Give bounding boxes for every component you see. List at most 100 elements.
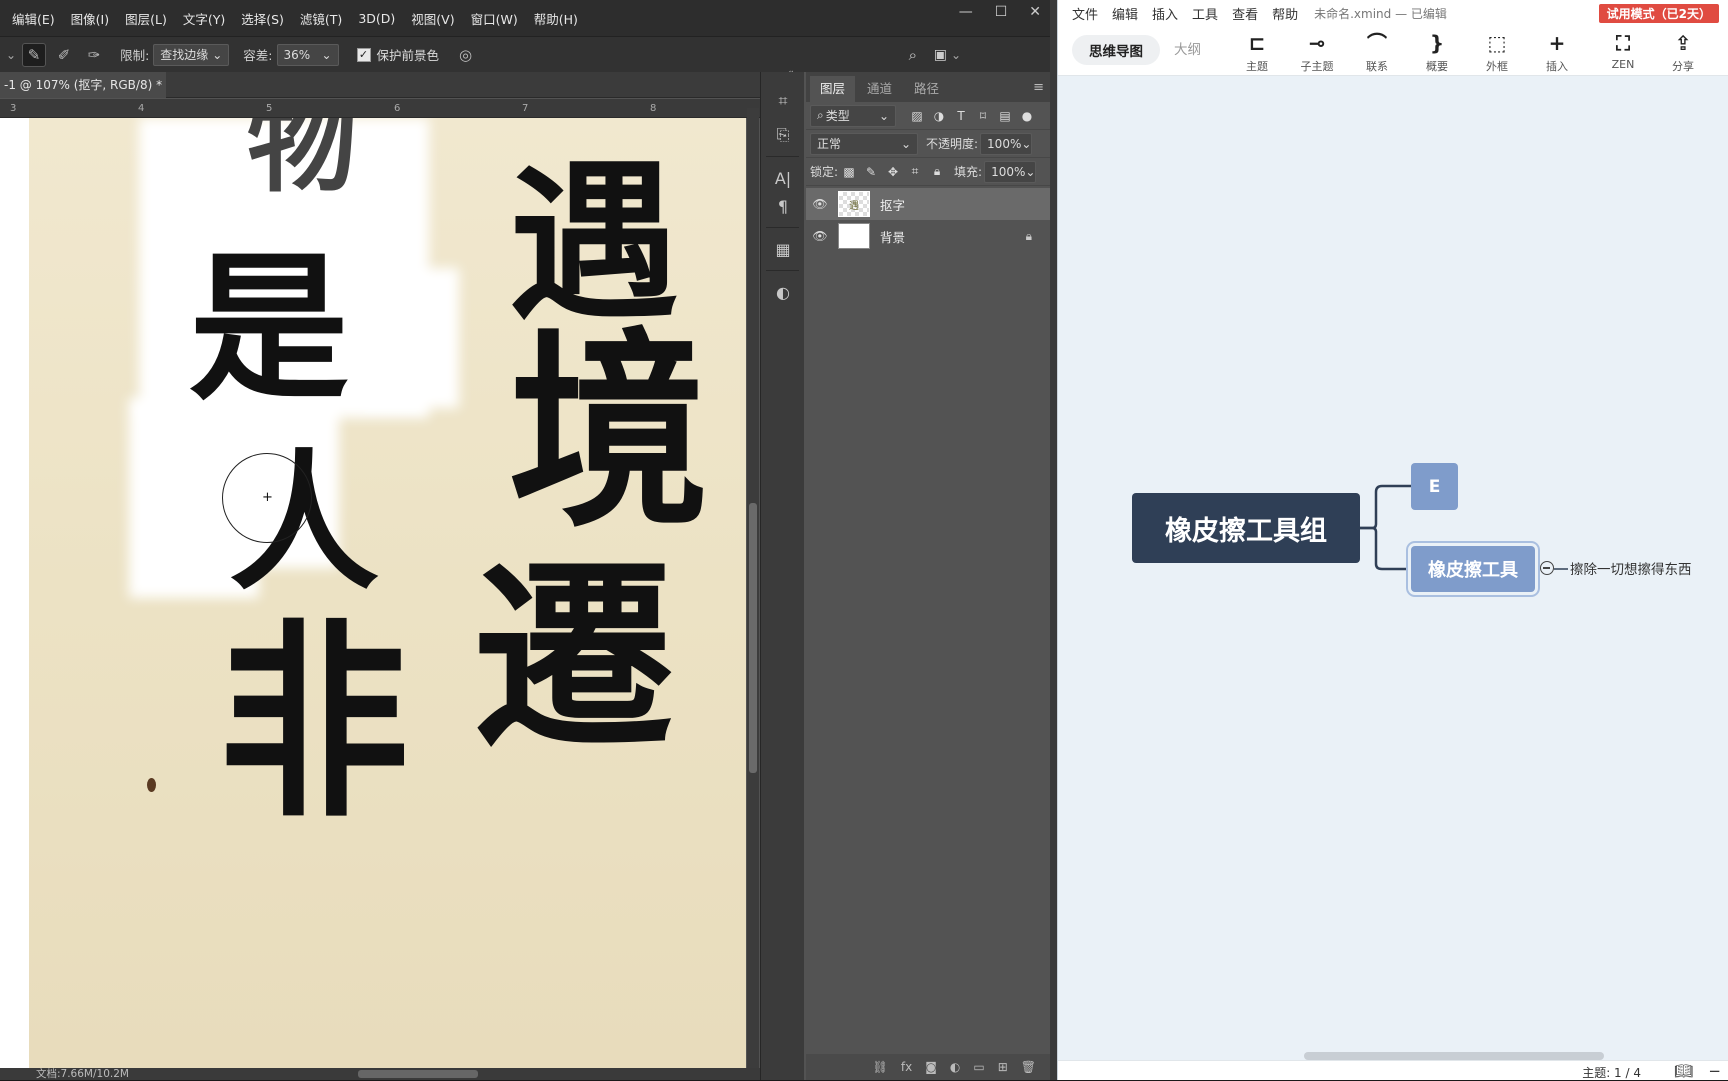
menu-tools[interactable]: 工具 — [1192, 4, 1218, 23]
mindmap-canvas[interactable]: 橡皮擦工具组 E 橡皮擦工具 擦除一切想擦得东西 — [1058, 76, 1728, 1056]
close-button[interactable]: ✕ — [1029, 4, 1041, 20]
filter-adjustment-icon[interactable]: ◑ — [928, 109, 950, 123]
filter-kind-select[interactable]: ⌕ 类型 ⌄ — [810, 104, 896, 127]
filter-smart-object-icon[interactable]: ▤ — [994, 109, 1016, 123]
subtopic-note[interactable]: 擦除一切想擦得东西 — [1570, 558, 1692, 578]
lock-image-icon[interactable]: ✎ — [860, 165, 882, 179]
menu-help[interactable]: 帮助 — [1272, 4, 1298, 23]
tab-paths[interactable]: 路径 — [904, 76, 949, 102]
tab-mindmap[interactable]: 思维导图 — [1072, 35, 1160, 65]
menu-edit[interactable]: 编辑(E) — [12, 9, 55, 28]
menu-layer[interactable]: 图层(L) — [125, 9, 167, 28]
menu-file[interactable]: 文件 — [1072, 4, 1098, 23]
filter-shape-icon[interactable]: ⌑ — [972, 109, 994, 123]
insert-button[interactable]: + 插入 — [1532, 30, 1582, 74]
tab-channels[interactable]: 通道 — [857, 76, 902, 102]
summary-button[interactable]: } 概要 — [1412, 30, 1462, 74]
dock-divider — [766, 270, 799, 271]
layer-item-background[interactable]: 👁︎ 背景 🔒︎ — [806, 220, 1050, 252]
lock-artboard-icon[interactable]: ⌗ — [904, 164, 926, 179]
character-icon[interactable]: A| — [766, 163, 800, 193]
main-topic-eraser[interactable]: 橡皮擦工具 — [1411, 546, 1535, 592]
subtopic-button[interactable]: ⊸ 子主题 — [1292, 30, 1342, 74]
lock-position-icon[interactable]: ✥ — [882, 165, 904, 179]
document-tab[interactable]: -1 @ 107% (抠字, RGB/8) * × — [0, 72, 166, 98]
summary-icon: } — [1429, 31, 1445, 55]
libraries-icon[interactable]: ▦ — [766, 234, 800, 264]
document-tab-row: -1 @ 107% (抠字, RGB/8) * × « — [0, 66, 794, 98]
chevron-down-icon[interactable]: ⌄ — [951, 48, 961, 62]
ruler-tick: 6 — [394, 103, 401, 114]
map-book-icon[interactable]: 📖︎ — [1674, 1062, 1693, 1080]
main-topic-e[interactable]: E — [1411, 463, 1458, 510]
ink-spot — [147, 778, 156, 792]
opacity-value: 100% — [987, 136, 1022, 151]
relationship-button[interactable]: ⌒ 联系 — [1352, 30, 1402, 74]
menu-edit[interactable]: 编辑 — [1112, 4, 1138, 23]
new-group-icon[interactable]: ▭ — [973, 1060, 984, 1074]
background-eraser-icon[interactable]: ✎ — [22, 42, 47, 67]
adjustments-icon[interactable]: ◐ — [766, 277, 800, 307]
trial-badge[interactable]: 试用模式（已2天） — [1598, 4, 1719, 23]
blend-mode-select[interactable]: 正常 ⌄ — [810, 132, 918, 155]
sampling-once-icon[interactable]: ✑ — [82, 43, 106, 67]
filter-pixel-icon[interactable]: ▨ — [906, 109, 928, 123]
clone-source-icon[interactable]: ⎘ — [766, 120, 800, 150]
lock-transparent-icon[interactable]: ▩ — [838, 165, 860, 179]
tab-layers[interactable]: 图层 — [810, 76, 856, 102]
menu-image[interactable]: 图像(I) — [71, 9, 109, 28]
layer-name: 抠字 — [880, 197, 906, 213]
maximize-button[interactable]: ☐ — [995, 4, 1008, 20]
delete-layer-icon[interactable]: 🗑︎ — [1021, 1060, 1036, 1074]
search-icon[interactable]: ⌕ — [909, 46, 917, 64]
fx-icon[interactable]: fx — [901, 1060, 912, 1074]
menu-help[interactable]: 帮助(H) — [534, 9, 578, 28]
map-horizontal-scrollbar[interactable] — [1304, 1052, 1604, 1060]
layer-item-koizi[interactable]: 👁︎ 遇 抠字 — [806, 188, 1050, 220]
sampling-continuous-icon[interactable]: ✐ — [52, 43, 76, 67]
canvas-horizontal-scrollbar[interactable] — [358, 1070, 478, 1078]
history-icon[interactable]: ⌗ — [766, 86, 800, 116]
new-layer-icon[interactable]: ⊞ — [998, 1060, 1008, 1074]
zen-button[interactable]: ⛶ ZEN — [1598, 30, 1648, 71]
collapse-toggle-icon[interactable] — [1540, 561, 1554, 575]
tolerance-input[interactable]: 36% ⌄ — [276, 43, 339, 66]
boundary-button[interactable]: ⬚ 外框 — [1472, 30, 1522, 74]
visibility-eye-icon[interactable]: 👁︎ — [806, 229, 834, 243]
add-mask-icon[interactable]: ◙ — [925, 1060, 937, 1074]
menu-view[interactable]: 查看 — [1232, 4, 1258, 23]
menu-view[interactable]: 视图(V) — [411, 9, 454, 28]
panel-dock: ⌗ ⎘ A| ¶ ▦ ◐ — [760, 72, 804, 1080]
link-layers-icon[interactable]: ⛓︎ — [873, 1060, 888, 1074]
panel-menu-icon[interactable]: ≡ — [1033, 80, 1044, 95]
document-canvas[interactable]: 物 遇 境 遷 是 人 非 + — [0, 118, 746, 1068]
topic-button[interactable]: ⊏ 主题 — [1232, 30, 1282, 74]
fill-input[interactable]: 100% ⌄ — [984, 160, 1037, 183]
menu-type[interactable]: 文字(Y) — [183, 9, 225, 28]
canvas-vertical-scrollbar[interactable] — [747, 108, 759, 1068]
filter-toggle-icon[interactable]: ● — [1016, 109, 1038, 123]
limit-select[interactable]: 查找边缘 ⌄ — [153, 43, 230, 66]
zoom-out-icon[interactable]: − — [1708, 1062, 1721, 1080]
central-topic[interactable]: 橡皮擦工具组 — [1132, 493, 1360, 563]
menu-insert[interactable]: 插入 — [1152, 4, 1178, 23]
paragraph-icon[interactable]: ¶ — [766, 191, 800, 221]
adjustment-layer-icon[interactable]: ◐ — [950, 1060, 960, 1074]
chevron-down-icon[interactable]: ⌄ — [6, 48, 16, 62]
visibility-eye-icon[interactable]: 👁︎ — [806, 197, 834, 211]
limit-label: 限制: — [120, 48, 150, 63]
menu-select[interactable]: 选择(S) — [241, 9, 284, 28]
minimize-button[interactable]: — — [959, 4, 973, 20]
opacity-input[interactable]: 100% ⌄ — [980, 132, 1033, 155]
pressure-icon[interactable]: ◎ — [459, 46, 472, 64]
workspace-icon[interactable]: ▣ — [934, 47, 947, 63]
filter-type-icon[interactable]: T — [950, 109, 972, 123]
share-button[interactable]: ⇪ 分享 — [1658, 30, 1708, 74]
menu-window[interactable]: 窗口(W) — [471, 9, 518, 28]
menu-filter[interactable]: 滤镜(T) — [300, 9, 342, 28]
menu-3d[interactable]: 3D(D) — [358, 11, 395, 26]
protect-foreground-checkbox[interactable]: ✓ — [356, 47, 371, 62]
scrollbar-thumb[interactable] — [749, 503, 757, 773]
lock-all-icon[interactable]: 🔒︎ — [926, 164, 948, 179]
tab-outline[interactable]: 大纲 — [1174, 35, 1201, 65]
